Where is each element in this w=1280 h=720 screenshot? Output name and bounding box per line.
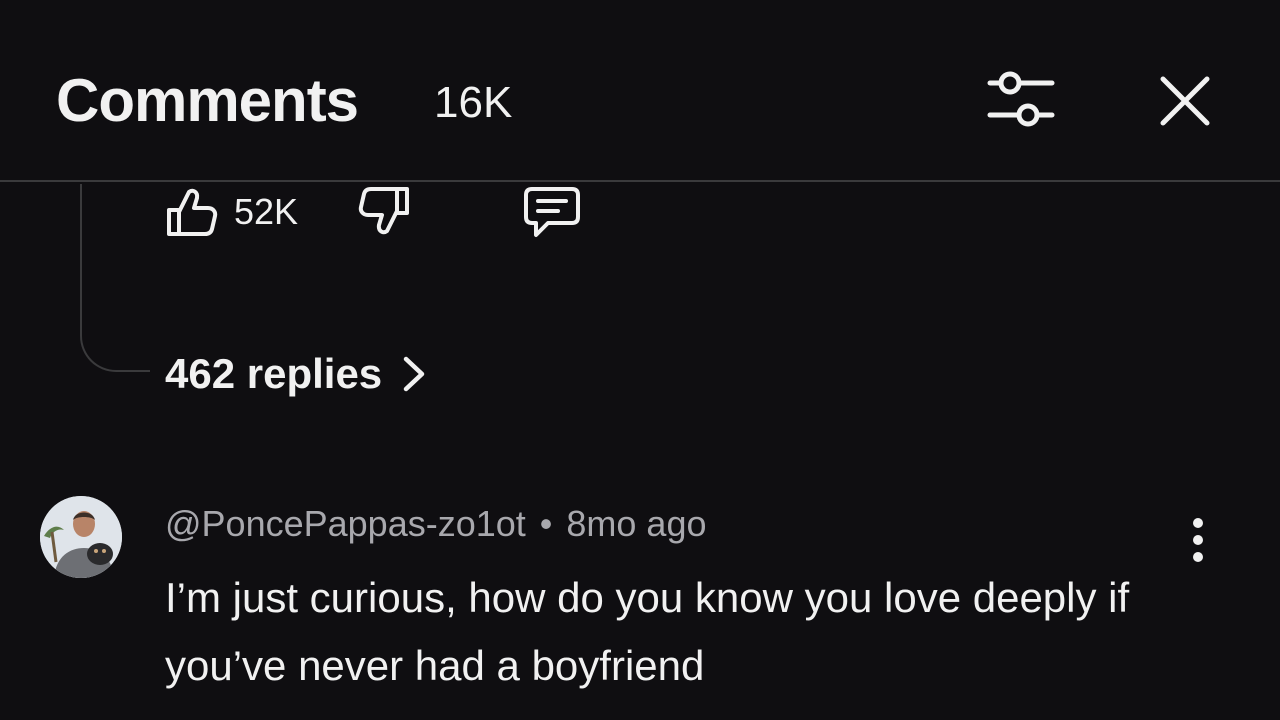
avatar[interactable]	[40, 496, 122, 578]
comment-actions: 52K	[160, 184, 620, 240]
comment-meta: @PoncePappas-zo1ot • 8mo ago	[165, 502, 707, 546]
comment-icon	[524, 187, 580, 237]
user-photo	[40, 496, 122, 578]
replies-count-label: 462 replies	[165, 350, 383, 397]
more-options-button[interactable]	[1176, 510, 1220, 570]
filter-button[interactable]	[980, 64, 1060, 134]
comments-header: Comments 16K	[0, 0, 1280, 182]
like-button[interactable]	[160, 184, 224, 240]
meta-separator: •	[539, 503, 553, 544]
comments-count: 16K	[434, 78, 513, 127]
comment-text: I’m just curious, how do you know you lo…	[165, 574, 1130, 689]
more-vertical-icon	[1193, 518, 1203, 562]
like-count: 52K	[234, 191, 299, 232]
thread-connector-line	[80, 184, 150, 372]
view-replies-link[interactable]: 462 replies	[165, 346, 426, 402]
comments-title: Comments	[56, 67, 359, 134]
thumbs-down-icon	[358, 187, 409, 235]
comment-author[interactable]: @PoncePappas-zo1ot	[165, 503, 526, 544]
chevron-right-icon	[402, 355, 426, 393]
comment-item: @PoncePappas-zo1ot • 8mo ago I’m just curi…	[0, 490, 1280, 720]
close-button[interactable]	[1150, 66, 1220, 136]
thumbs-up-icon	[167, 188, 218, 236]
close-icon	[1160, 76, 1210, 126]
reply-button[interactable]	[520, 184, 584, 240]
comment-timestamp: 8mo ago	[566, 503, 707, 544]
dislike-button[interactable]	[352, 184, 416, 240]
sliders-icon	[987, 71, 1055, 127]
